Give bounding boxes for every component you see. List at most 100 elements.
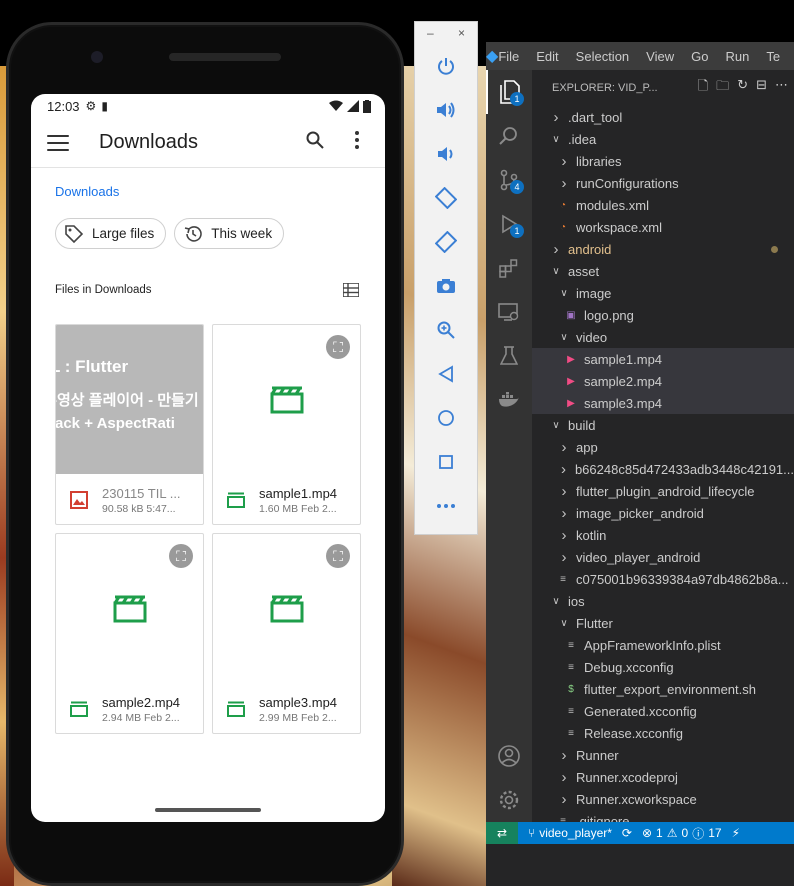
chevron-right-icon: › (561, 746, 567, 764)
tree-item-label: app (576, 439, 598, 455)
accounts-icon[interactable] (486, 734, 532, 778)
menu-go[interactable]: Go (691, 49, 708, 64)
chip-large-files[interactable]: Large files (55, 218, 167, 249)
remote-explorer-icon[interactable] (486, 290, 532, 334)
zoom-icon[interactable] (415, 308, 477, 352)
fullscreen-icon[interactable]: ⛶ (326, 335, 350, 359)
tree-item[interactable]: › Runner (532, 744, 794, 766)
problems-indicator[interactable]: ⊗ 1 ⚠ 0 ⓘ 17 (642, 825, 722, 842)
file-card[interactable]: ⛶ sample3.mp4 2.99 MB Feb 2... (212, 533, 361, 734)
tree-item[interactable]: › runConfigurations (532, 172, 794, 194)
menu-edit[interactable]: Edit (536, 49, 558, 64)
extensions-icon[interactable] (486, 246, 532, 290)
tree-item[interactable]: ∨ Flutter (532, 612, 794, 634)
fullscreen-icon[interactable]: ⛶ (326, 544, 350, 568)
tree-item[interactable]: ≡ AppFrameworkInfo.plist (532, 634, 794, 656)
file-card[interactable]: ⛶ sample2.mp4 2.94 MB Feb 2... (55, 533, 204, 734)
tree-item[interactable]: $ flutter_export_environment.sh (532, 678, 794, 700)
tree-item[interactable]: ◔ modules.xml (532, 194, 794, 216)
tree-item[interactable]: › android (532, 238, 794, 260)
tree-item[interactable]: ≡ Release.xcconfig (532, 722, 794, 744)
file-icon: ≡ (560, 573, 566, 585)
overview-icon[interactable] (415, 440, 477, 484)
tree-item[interactable]: › Runner.xcodeproj (532, 766, 794, 788)
home-icon[interactable] (415, 396, 477, 440)
remote-indicator-icon[interactable]: ⇄ (486, 822, 518, 844)
close-button[interactable]: × (458, 26, 465, 44)
menu-terminal[interactable]: Te (766, 49, 780, 64)
breadcrumb[interactable]: Downloads (31, 168, 385, 208)
tree-item[interactable]: ≡ Generated.xcconfig (532, 700, 794, 722)
minimize-button[interactable]: – (427, 26, 434, 44)
volume-up-icon[interactable] (415, 88, 477, 132)
movie-icon (270, 595, 303, 622)
hamburger-icon[interactable] (47, 134, 69, 151)
back-icon[interactable] (415, 352, 477, 396)
tree-item[interactable]: ∨ ios (532, 590, 794, 612)
tree-item[interactable]: ∨ asset (532, 260, 794, 282)
list-view-icon[interactable] (343, 283, 359, 297)
search-icon[interactable] (301, 131, 329, 154)
tree-item[interactable]: › video_player_android (532, 546, 794, 568)
more-vert-icon[interactable] (343, 131, 371, 154)
tree-item[interactable]: ∨ video (532, 326, 794, 348)
tree-item[interactable]: › .dart_tool (532, 106, 794, 128)
rotate-right-icon[interactable] (415, 220, 477, 264)
tree-item[interactable]: › Runner.xcworkspace (532, 788, 794, 810)
tree-item-label: video (576, 329, 608, 345)
chevron-down-icon: ∨ (560, 287, 568, 299)
git-branch[interactable]: ⑂ video_player* (528, 826, 612, 840)
tree-item[interactable]: ∨ image (532, 282, 794, 304)
tree-item-label: logo.png (584, 307, 634, 323)
menu-file[interactable]: File (498, 49, 519, 64)
gesture-home-bar[interactable] (155, 808, 261, 812)
menu-selection[interactable]: Selection (576, 49, 629, 64)
volume-down-icon[interactable] (415, 132, 477, 176)
tree-item[interactable]: ≡ Debug.xcconfig (532, 656, 794, 678)
tree-item[interactable]: ▶ sample3.mp4 (532, 392, 794, 414)
tree-item[interactable]: › app (532, 436, 794, 458)
file-card[interactable]: L : Flutter -영상 플레이어 - 만들기 tack + Aspect… (55, 324, 204, 525)
fullscreen-icon[interactable]: ⛶ (169, 544, 193, 568)
tree-item[interactable]: › image_picker_android (532, 502, 794, 524)
rotate-left-icon[interactable] (415, 176, 477, 220)
tree-item[interactable]: ∨ build (532, 414, 794, 436)
menu-run[interactable]: Run (725, 49, 749, 64)
section-title: Files in Downloads (55, 284, 152, 296)
new-folder-icon[interactable]: 🗀 (716, 77, 729, 99)
power-icon[interactable] (415, 44, 477, 88)
camera-icon[interactable] (415, 264, 477, 308)
collapse-all-icon[interactable]: ⊟ (756, 77, 767, 99)
tree-item[interactable]: › b66248c85d472433adb3448c42191... (532, 458, 794, 480)
testing-icon[interactable] (486, 334, 532, 378)
tree-item[interactable]: ▶ sample2.mp4 (532, 370, 794, 392)
source-control-icon[interactable]: 4 (486, 158, 532, 202)
manage-gear-icon[interactable] (486, 778, 532, 822)
battery-icon (363, 99, 371, 113)
tree-item[interactable]: ▶ sample1.mp4 (532, 348, 794, 370)
docker-icon[interactable] (486, 378, 532, 422)
sync-icon[interactable]: ⟳ (622, 826, 632, 840)
tree-item[interactable]: › libraries (532, 150, 794, 172)
broadcast-icon[interactable]: ⚡ (732, 826, 740, 840)
refresh-icon[interactable]: ↻ (737, 77, 748, 99)
new-file-icon[interactable]: 🗋 (698, 77, 708, 99)
search-icon[interactable] (486, 114, 532, 158)
tree-item[interactable]: ◔ workspace.xml (532, 216, 794, 238)
more-actions-icon[interactable]: ⋯ (775, 77, 788, 99)
tree-item[interactable]: ▣ logo.png (532, 304, 794, 326)
chevron-down-icon: ∨ (552, 595, 560, 607)
menu-view[interactable]: View (646, 49, 674, 64)
more-icon[interactable] (415, 484, 477, 528)
file-card[interactable]: ⛶ sample1.mp4 1.60 MB Feb 2... (212, 324, 361, 525)
tree-item[interactable]: › flutter_plugin_android_lifecycle (532, 480, 794, 502)
chevron-right-icon: › (561, 504, 567, 522)
tree-item[interactable]: ≡ c075001b96339384a97db4862b8a... (532, 568, 794, 590)
tree-item[interactable]: › kotlin (532, 524, 794, 546)
explorer-icon[interactable]: 1 (486, 70, 532, 114)
video-thumbnail: ⛶ (213, 325, 360, 474)
tree-item[interactable]: ∨ .idea (532, 128, 794, 150)
run-debug-icon[interactable]: 1 (486, 202, 532, 246)
chip-this-week[interactable]: This week (174, 218, 285, 249)
tree-item[interactable]: ≡ .gitignore (532, 810, 794, 823)
